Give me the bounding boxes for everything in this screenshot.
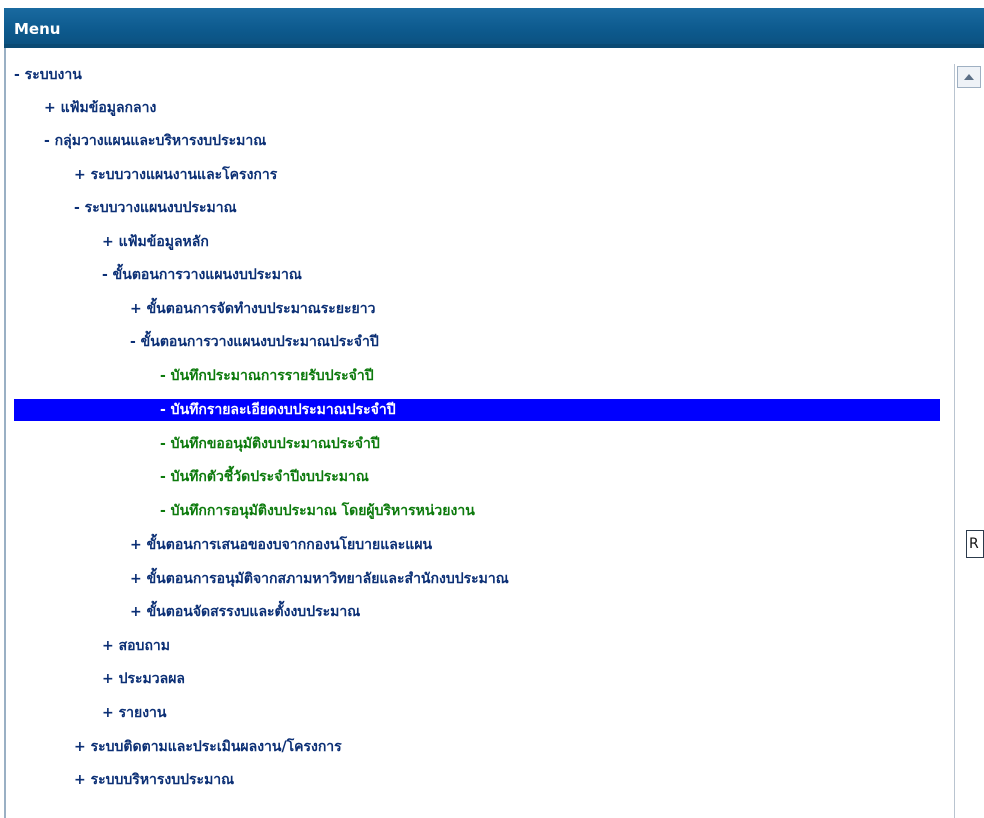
tree-item-indicators[interactable]: - บันทึกตัวชี้วัดประจำปีงบประมาณ [160,466,369,488]
tree-item-budget-details[interactable]: - บันทึกรายละเอียดงบประมาณประจำปี [14,399,940,421]
tree-item-planning-group[interactable]: - กลุ่มวางแผนและบริหารงบประมาณ [44,130,266,152]
side-panel-fragment: R [966,530,984,558]
tree-item-inquiry[interactable]: + สอบถาม [102,635,170,657]
tree-item-allocation[interactable]: + ขั้นตอนจัดสรรงบและตั้งงบประมาณ [130,601,360,623]
tree-item-master-files[interactable]: + แฟ้มข้อมูลหลัก [102,231,209,253]
tree-item-planning-steps[interactable]: - ขั้นตอนการวางแผนงบประมาณ [102,264,302,286]
tree-item-project-planning[interactable]: + ระบบวางแผนงานและโครงการ [74,164,277,186]
tree-item-policy-proposal[interactable]: + ขั้นตอนการเสนอของบจากกองนโยบายและแผน [130,534,432,556]
tree-item-exec-approval[interactable]: - บันทึกการอนุมัติงบประมาณ โดยผู้บริหารห… [160,500,475,522]
tree-item-budget-admin[interactable]: + ระบบบริหารงบประมาณ [74,769,234,791]
vertical-scrollbar[interactable] [954,64,984,818]
tree-item-monitoring[interactable]: + ระบบติดตามและประเมินผลงาน/โครงการ [74,736,342,758]
scroll-up-arrow-icon[interactable] [957,66,981,88]
menu-tree: - ระบบงาน + แฟ้มข้อมูลกลาง - กลุ่มวางแผน… [6,64,950,818]
tree-item-annual-planning[interactable]: - ขั้นตอนการวางแผนงบประมาณประจำปี [130,331,379,353]
tree-item-revenue-estimate[interactable]: - บันทึกประมาณการรายรับประจำปี [160,365,374,387]
tree-item-system[interactable]: - ระบบงาน [14,64,82,86]
tree-item-longterm-budget[interactable]: + ขั้นตอนการจัดทำงบประมาณระยะยาว [130,298,375,320]
tree-item-budget-planning[interactable]: - ระบบวางแผนงบประมาณ [74,197,237,219]
menu-title: Menu [14,20,61,38]
menu-header: Menu [4,8,984,48]
tree-item-reports[interactable]: + รายงาน [102,702,166,724]
tree-item-central-files[interactable]: + แฟ้มข้อมูลกลาง [44,97,156,119]
tree-item-council-approval[interactable]: + ขั้นตอนการอนุมัติจากสภามหาวิทยาลัยและส… [130,568,509,590]
tree-item-processing[interactable]: + ประมวลผล [102,668,185,690]
tree-item-budget-request[interactable]: - บันทึกขออนุมัติงบประมาณประจำปี [160,433,380,455]
